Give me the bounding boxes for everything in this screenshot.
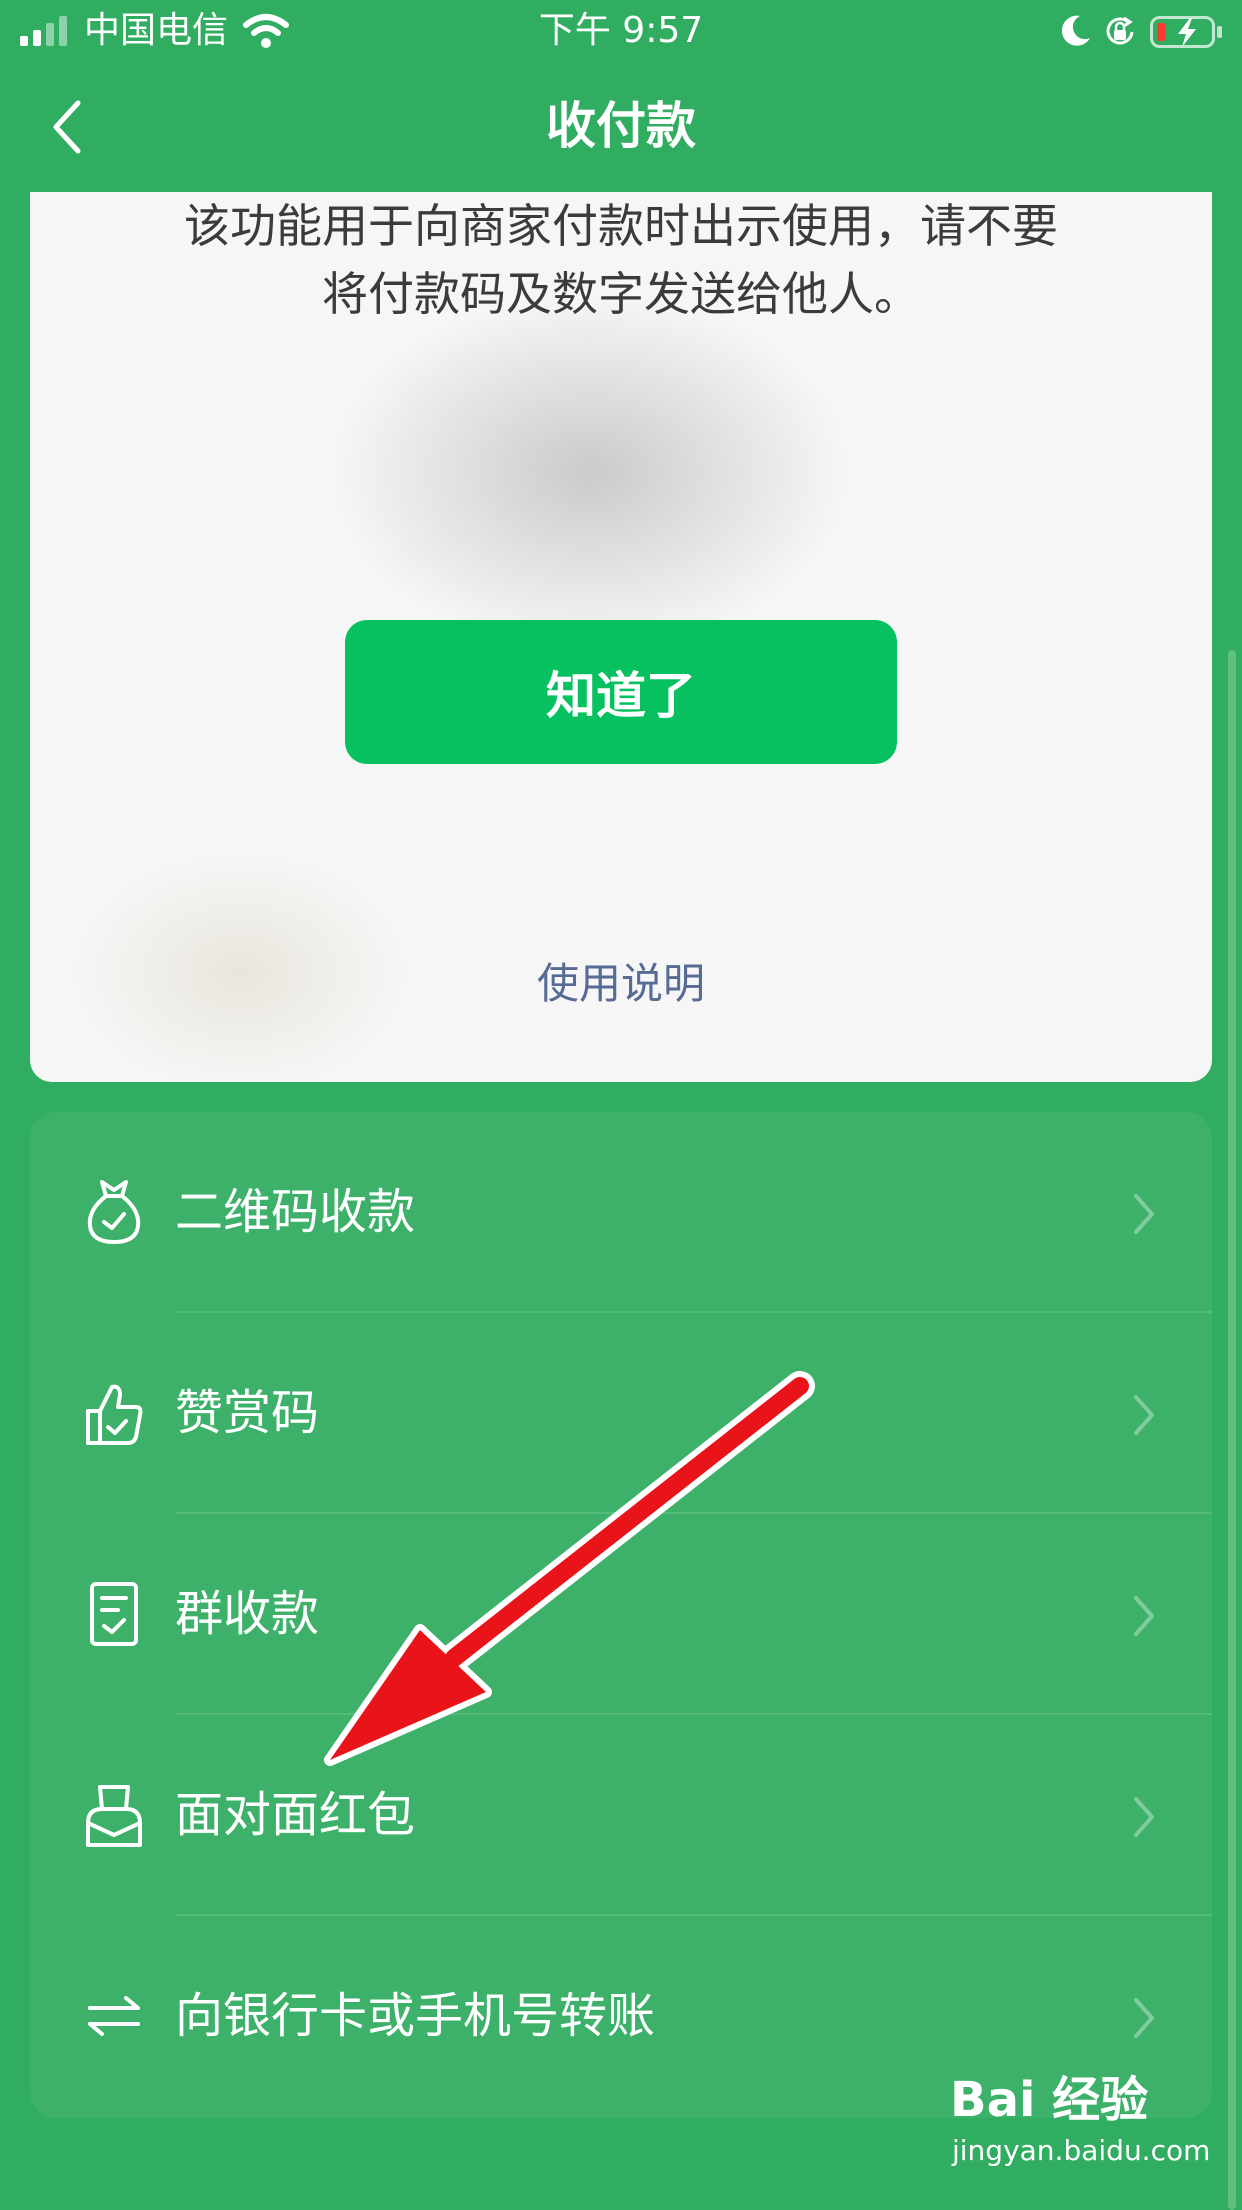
status-bar: 中国电信 下午 9:57 (0, 0, 1242, 62)
menu-item-label: 赞赏码 (175, 1385, 320, 1441)
payment-code-card: 该功能用于向商家付款时出示使用，请不要 将付款码及数字发送给他人。 知道了 使用… (30, 192, 1212, 1082)
menu-item-label: 面对面红包 (175, 1787, 416, 1843)
menu-item-label: 群收款 (175, 1586, 320, 1642)
moon-icon (1061, 15, 1090, 46)
chevron-right-icon (1134, 1194, 1154, 1234)
menu-item-group-collect[interactable]: 群收款 (30, 1514, 1212, 1715)
menu-item-qr-collect[interactable]: 二维码收款 (30, 1112, 1212, 1313)
menu-item-face-to-face-red-packet[interactable]: 面对面红包 (30, 1715, 1212, 1916)
watermark-logo: Bai 经验 (950, 2072, 1149, 2128)
chevron-right-icon (1134, 1998, 1154, 2038)
notice-line-2: 将付款码及数字发送给他人。 (322, 267, 920, 321)
menu-item-label: 向银行卡或手机号转账 (175, 1988, 656, 2044)
usage-instructions-link[interactable]: 使用说明 (30, 956, 1212, 1012)
thumbs-up-icon (86, 1384, 143, 1445)
red-envelope-icon (86, 1785, 142, 1847)
blurred-payment-code (330, 292, 850, 652)
chevron-right-icon (1134, 1797, 1154, 1837)
battery-icon (1150, 16, 1222, 48)
transfer-arrows-icon (88, 1996, 140, 2036)
receive-money-menu: 二维码收款 赞赏码 群收款 面对面红包 向银行卡或手机号转账 (30, 1112, 1212, 2118)
page-title: 收付款 (546, 97, 696, 155)
menu-item-label: 二维码收款 (175, 1184, 416, 1240)
navigation-bar: 收付款 (0, 62, 1242, 192)
clock: 下午 9:57 (538, 10, 704, 51)
money-bag-icon (87, 1180, 141, 1245)
notice-line-1: 该功能用于向商家付款时出示使用，请不要 (184, 199, 1058, 253)
rotation-lock-icon (1106, 16, 1134, 45)
security-notice: 该功能用于向商家付款时出示使用，请不要 将付款码及数字发送给他人。 (90, 192, 1152, 328)
baidu-watermark: Bai 经验 jingyan.baidu.com (950, 2070, 1220, 2190)
got-it-button[interactable]: 知道了 (345, 620, 897, 764)
scrollbar[interactable] (1228, 650, 1236, 2210)
chevron-right-icon (1134, 1596, 1154, 1636)
watermark-url: jingyan.baidu.com (952, 2134, 1211, 2167)
menu-item-appreciation-code[interactable]: 赞赏码 (30, 1313, 1212, 1514)
chevron-right-icon (1134, 1395, 1154, 1435)
group-receipt-icon (90, 1582, 138, 1646)
